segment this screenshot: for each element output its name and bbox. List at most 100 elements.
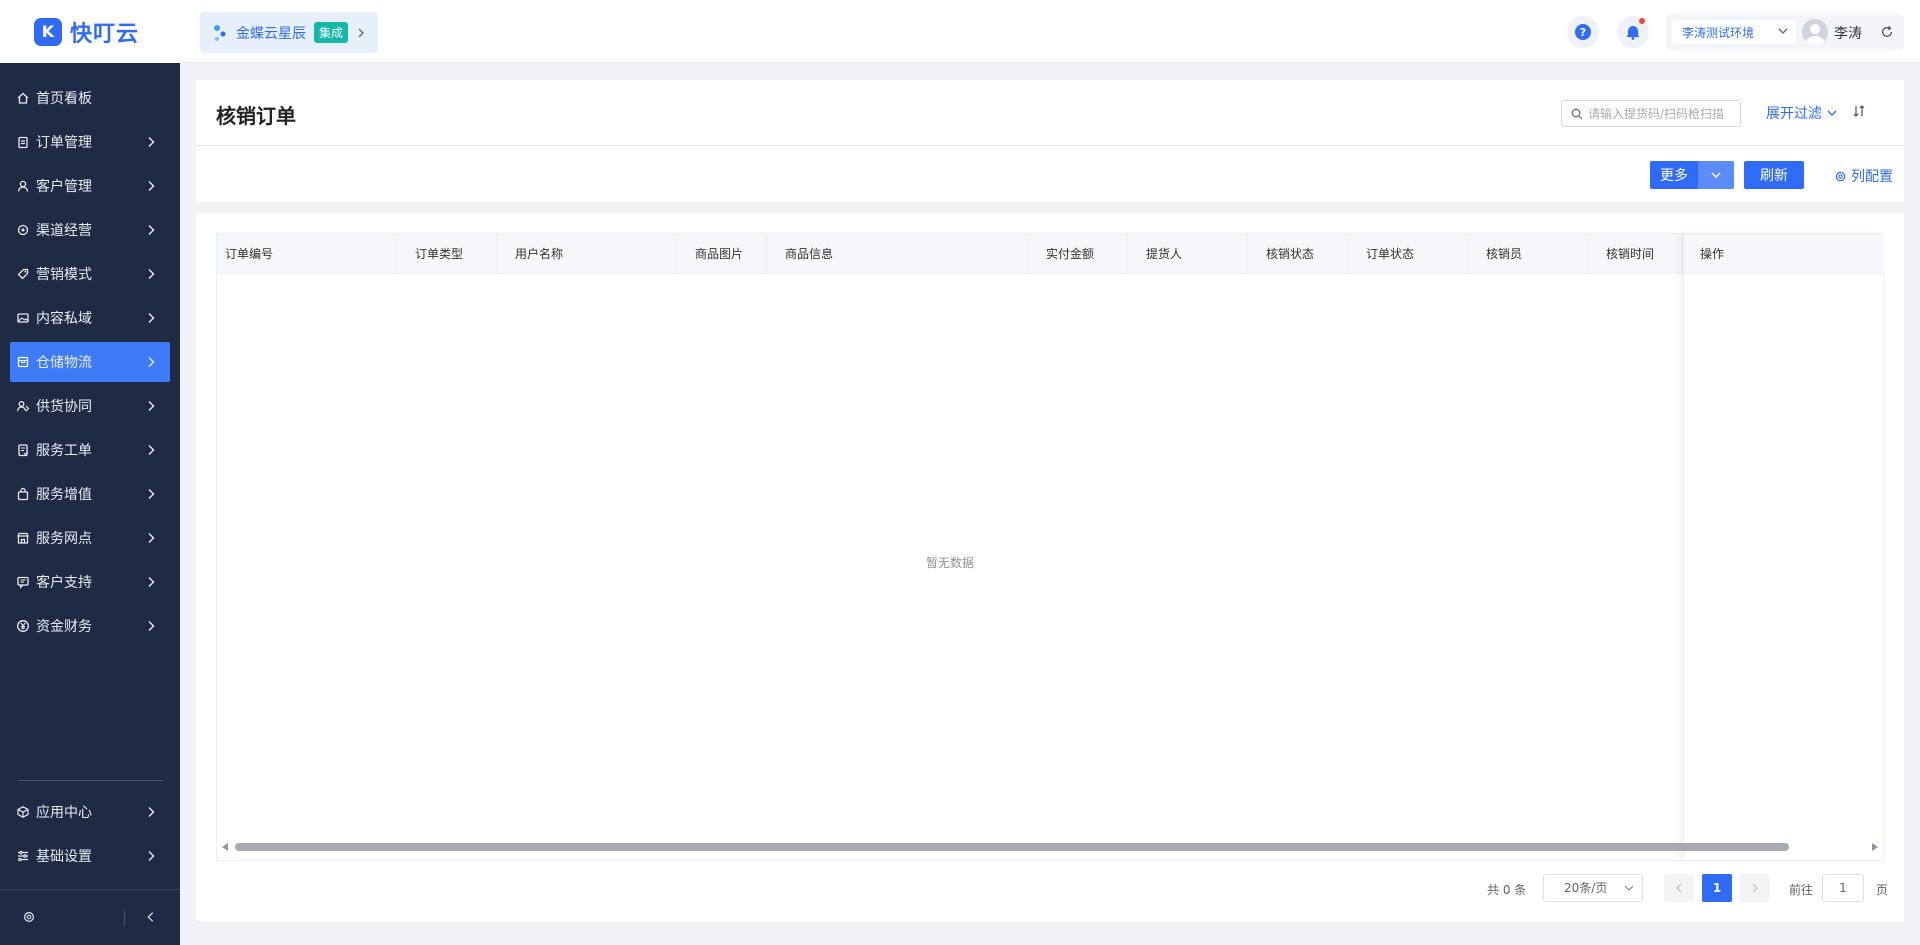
user-icon xyxy=(16,179,30,193)
more-button-label: 更多 xyxy=(1660,168,1688,184)
sidebar-item-6[interactable]: 仓储物流 xyxy=(10,342,170,382)
home-icon xyxy=(16,91,30,105)
image-icon xyxy=(16,311,30,325)
horizontal-scrollbar[interactable] xyxy=(217,840,1883,854)
bell-icon xyxy=(1627,26,1639,40)
sidebar-item-label: 订单管理 xyxy=(36,135,92,151)
page-size-select[interactable]: 20条/页 xyxy=(1543,874,1643,902)
chevron-right-icon xyxy=(144,487,158,501)
column-header: 提货人 xyxy=(1128,234,1248,274)
integration-switcher[interactable]: 金蝶云星辰 集成 xyxy=(200,12,378,53)
scroll-left-icon[interactable] xyxy=(222,843,228,851)
pagination: 共 0 条 20条/页 1 前往 1 页 xyxy=(196,873,1904,903)
prev-page-button[interactable] xyxy=(1664,874,1694,902)
page-title: 核销订单 xyxy=(216,104,296,128)
chevron-right-icon xyxy=(144,575,158,589)
sidebar-item-0[interactable]: 首页看板 xyxy=(10,78,170,118)
chevron-down-icon xyxy=(1827,110,1837,116)
sidebar-item-label: 服务网点 xyxy=(36,531,92,547)
sidebar-item-4[interactable]: 营销模式 xyxy=(10,254,170,294)
user-name[interactable]: 李涛 xyxy=(1834,23,1862,43)
sidebar-item-2[interactable]: 客户管理 xyxy=(10,166,170,206)
bag-icon xyxy=(16,487,30,501)
chevron-right-icon xyxy=(144,443,158,457)
gear-icon[interactable] xyxy=(22,910,36,924)
sidebar-item-label: 应用中心 xyxy=(36,805,92,821)
page-header-panel: 核销订单 请输入提货码/扫码枪扫描 展开过滤 更多 刷新 列配置 xyxy=(196,80,1904,202)
chevron-right-icon xyxy=(358,28,365,37)
goto-label: 前往 xyxy=(1789,883,1814,897)
goto-page-input[interactable]: 1 xyxy=(1822,874,1864,902)
table-panel: 订单编号 订单类型 用户名称 商品图片 商品信息 实付金额 提货人 核销状态 订单状态 核销员 核销… xyxy=(196,213,1904,921)
more-button[interactable]: 更多 xyxy=(1650,161,1734,189)
column-header-actions: 操作 xyxy=(1684,234,1884,274)
sidebar-item-1[interactable]: 订单管理 xyxy=(10,122,170,162)
chevron-right-icon xyxy=(144,531,158,545)
sidebar-item-10[interactable]: 服务网点 xyxy=(10,518,170,558)
column-header: 核销时间 xyxy=(1588,234,1683,274)
sidebar-nav: 首页看板订单管理客户管理渠道经营营销模式内容私域仓储物流供货协同服务工单服务增值… xyxy=(0,63,180,646)
sidebar-item-label: 服务增值 xyxy=(36,487,92,503)
collapse-sidebar-icon[interactable] xyxy=(144,910,158,924)
sidebar-item-8[interactable]: 服务工单 xyxy=(10,430,170,470)
kingdee-logo-icon xyxy=(214,24,226,41)
sidebar: K 快叮云 首页看板订单管理客户管理渠道经营营销模式内容私域仓储物流供货协同服务… xyxy=(0,0,180,945)
notifications-button[interactable] xyxy=(1617,16,1649,48)
next-page-button[interactable] xyxy=(1740,874,1770,902)
scrollbar-thumb[interactable] xyxy=(235,843,1789,851)
svg-text:?: ? xyxy=(1580,26,1586,39)
environment-label: 李涛测试环境 xyxy=(1682,25,1755,40)
sidebar-divider xyxy=(18,780,163,781)
sidebar-item-11[interactable]: 客户支持 xyxy=(10,562,170,602)
sidebar-item-label: 渠道经营 xyxy=(36,223,92,239)
scroll-right-icon[interactable] xyxy=(1872,843,1878,851)
notification-dot xyxy=(1639,18,1645,24)
sidebar-item-label: 基础设置 xyxy=(36,849,92,865)
sidebar-item-label: 服务工单 xyxy=(36,443,92,459)
logo-text: 快叮云 xyxy=(70,21,140,47)
column-config-button[interactable]: 列配置 xyxy=(1834,166,1893,186)
sidebar-item-9[interactable]: 服务增值 xyxy=(10,474,170,514)
sidebar-item-bottom-0[interactable]: 应用中心 xyxy=(10,792,170,832)
refresh-button[interactable]: 刷新 xyxy=(1744,161,1804,189)
search-input[interactable]: 请输入提货码/扫码枪扫描 xyxy=(1561,100,1741,127)
cube-icon xyxy=(16,805,30,819)
orders-table: 订单编号 订单类型 用户名称 商品图片 商品信息 实付金额 提货人 核销状态 订单状态 核销员 核销… xyxy=(216,233,1884,861)
empty-state-text: 暂无数据 xyxy=(925,556,974,570)
chevron-right-icon xyxy=(144,355,158,369)
sidebar-item-label: 仓储物流 xyxy=(36,355,92,371)
more-dropdown-toggle[interactable] xyxy=(1698,161,1734,189)
expand-filter-button[interactable]: 展开过滤 xyxy=(1766,103,1838,123)
column-header: 订单类型 xyxy=(397,234,497,274)
avatar[interactable] xyxy=(1802,19,1828,45)
sidebar-item-label: 营销模式 xyxy=(36,267,92,283)
sidebar-item-3[interactable]: 渠道经营 xyxy=(10,210,170,250)
column-header: 用户名称 xyxy=(497,234,677,274)
chevron-right-icon xyxy=(144,135,158,149)
environment-select[interactable]: 李涛测试环境 xyxy=(1672,20,1796,44)
logo-mark-icon: K xyxy=(34,17,62,46)
sidebar-item-label: 首页看板 xyxy=(36,91,92,107)
chevron-right-icon xyxy=(144,849,158,863)
chevron-down-icon xyxy=(1624,885,1634,891)
sidebar-item-12[interactable]: 资金财务 xyxy=(10,606,170,646)
supply-icon xyxy=(16,399,30,413)
ticket-icon xyxy=(16,443,30,457)
clipboard-icon xyxy=(16,135,30,149)
logo[interactable]: K 快叮云 xyxy=(0,0,180,63)
integration-name: 金蝶云星辰 xyxy=(236,25,306,42)
help-button[interactable]: ? xyxy=(1567,16,1599,48)
page-size-value: 20条/页 xyxy=(1564,881,1608,895)
sidebar-item-7[interactable]: 供货协同 xyxy=(10,386,170,426)
sidebar-item-label: 供货协同 xyxy=(36,399,92,415)
page-suffix: 页 xyxy=(1876,883,1889,897)
sort-icon[interactable] xyxy=(1852,104,1866,118)
chevron-down-icon xyxy=(1711,172,1721,178)
sidebar-item-5[interactable]: 内容私域 xyxy=(10,298,170,338)
integration-badge: 集成 xyxy=(314,22,349,43)
sidebar-item-bottom-1[interactable]: 基础设置 xyxy=(10,836,170,876)
column-header: 实付金额 xyxy=(1028,234,1128,274)
page-number-current[interactable]: 1 xyxy=(1702,874,1732,902)
column-header: 订单状态 xyxy=(1348,234,1468,274)
refresh-icon[interactable] xyxy=(1880,25,1894,39)
